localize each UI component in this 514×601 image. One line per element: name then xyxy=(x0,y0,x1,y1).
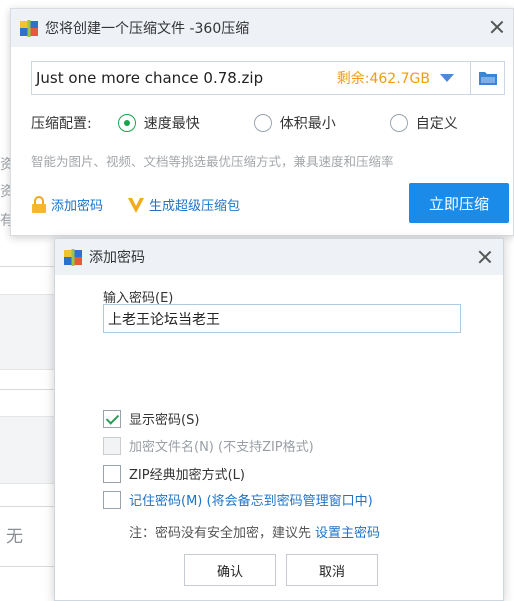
close-icon[interactable] xyxy=(475,247,495,267)
checkbox-checked-icon[interactable] xyxy=(103,409,121,428)
note-text: 注：密码没有安全加密，建议先 xyxy=(129,526,312,541)
checkbox-label: 加密文件名(N) (不支持ZIP格式) xyxy=(129,440,314,455)
archive-name-input[interactable]: Just one more chance 0.78.zip xyxy=(32,69,337,87)
background-row xyxy=(0,294,60,370)
checkbox-icon[interactable] xyxy=(103,490,121,509)
compression-config: 压缩配置: 速度最快 体积最小 自定义 xyxy=(31,113,458,133)
add-password-dialog: 添加密码 输入密码(E) 上老王论坛当老王 显示密码(S) 加密文件名(N) (… xyxy=(54,238,504,601)
background-value: 无 xyxy=(6,527,23,547)
dialog-title: 添加密码 xyxy=(89,250,145,266)
extra-actions: 添加密码 生成超级压缩包 xyxy=(31,195,264,214)
close-icon[interactable] xyxy=(487,17,507,37)
v-badge-icon xyxy=(128,197,145,213)
show-password-checkbox[interactable]: 显示密码(S) xyxy=(103,409,199,428)
option-label: 体积最小 xyxy=(279,116,336,132)
lock-icon xyxy=(32,195,46,213)
free-space-label: 剩余:462.7GB xyxy=(336,71,430,87)
radio-icon[interactable] xyxy=(253,114,272,132)
background-row xyxy=(0,416,60,484)
option-label: 速度最快 xyxy=(143,116,200,132)
dialog-title-bar[interactable]: 添加密码 xyxy=(55,239,503,275)
option-label: 自定义 xyxy=(415,116,458,132)
background-divider xyxy=(0,506,60,507)
remember-password-checkbox[interactable]: 记住密码(M) (将会备忘到密码管理窗口中) xyxy=(103,490,373,509)
encrypt-filenames-checkbox: 加密文件名(N) (不支持ZIP格式) xyxy=(103,436,314,455)
add-password-label: 添加密码 xyxy=(51,199,104,214)
password-input[interactable]: 上老王论坛当老王 xyxy=(103,304,461,333)
compress-now-button[interactable]: 立即压缩 xyxy=(409,183,509,223)
checkbox-label: 记住密码(M) (将会备忘到密码管理窗口中) xyxy=(129,494,373,509)
checkbox-label: ZIP经典加密方式(L) xyxy=(129,468,245,483)
archive-app-icon xyxy=(19,18,39,38)
add-password-link[interactable]: 添加密码 xyxy=(31,195,103,214)
chevron-down-icon[interactable] xyxy=(440,74,454,82)
archive-app-icon xyxy=(63,247,83,267)
radio-selected-icon[interactable] xyxy=(117,114,136,132)
title-bar[interactable]: 您将创建一个压缩文件 -360压缩 xyxy=(11,9,513,47)
compress-window: 您将创建一个压缩文件 -360压缩 Just one more chance 0… xyxy=(10,8,514,236)
security-note: 注：密码没有安全加密，建议先 设置主密码 xyxy=(129,522,380,541)
option-fastest[interactable]: 速度最快 xyxy=(117,113,200,133)
window-title: 您将创建一个压缩文件 -360压缩 xyxy=(45,21,250,37)
confirm-button[interactable]: 确认 xyxy=(184,554,276,586)
radio-icon[interactable] xyxy=(389,114,408,132)
checkbox-label: 显示密码(S) xyxy=(129,413,200,428)
option-smallest[interactable]: 体积最小 xyxy=(253,113,336,133)
checkbox-disabled-icon xyxy=(103,436,121,455)
checkbox-icon[interactable] xyxy=(103,464,121,483)
browse-folder-button[interactable] xyxy=(470,62,504,94)
super-package-link[interactable]: 生成超级压缩包 xyxy=(127,195,240,214)
background-divider xyxy=(0,389,60,390)
background-divider xyxy=(0,566,60,567)
archive-path-field[interactable]: Just one more chance 0.78.zip 剩余:462.7GB xyxy=(31,61,505,95)
zip-classic-checkbox[interactable]: ZIP经典加密方式(L) xyxy=(103,464,245,483)
config-label: 压缩配置: xyxy=(31,116,92,132)
folder-icon xyxy=(478,72,497,85)
cancel-button[interactable]: 取消 xyxy=(286,554,378,586)
background-divider xyxy=(0,266,60,267)
config-hint: 智能为图片、视频、文档等挑选最优压缩方式，兼具速度和压缩率 xyxy=(31,154,394,169)
set-master-password-link[interactable]: 设置主密码 xyxy=(315,522,380,541)
super-package-label: 生成超级压缩包 xyxy=(149,199,241,214)
option-custom[interactable]: 自定义 xyxy=(389,113,458,133)
